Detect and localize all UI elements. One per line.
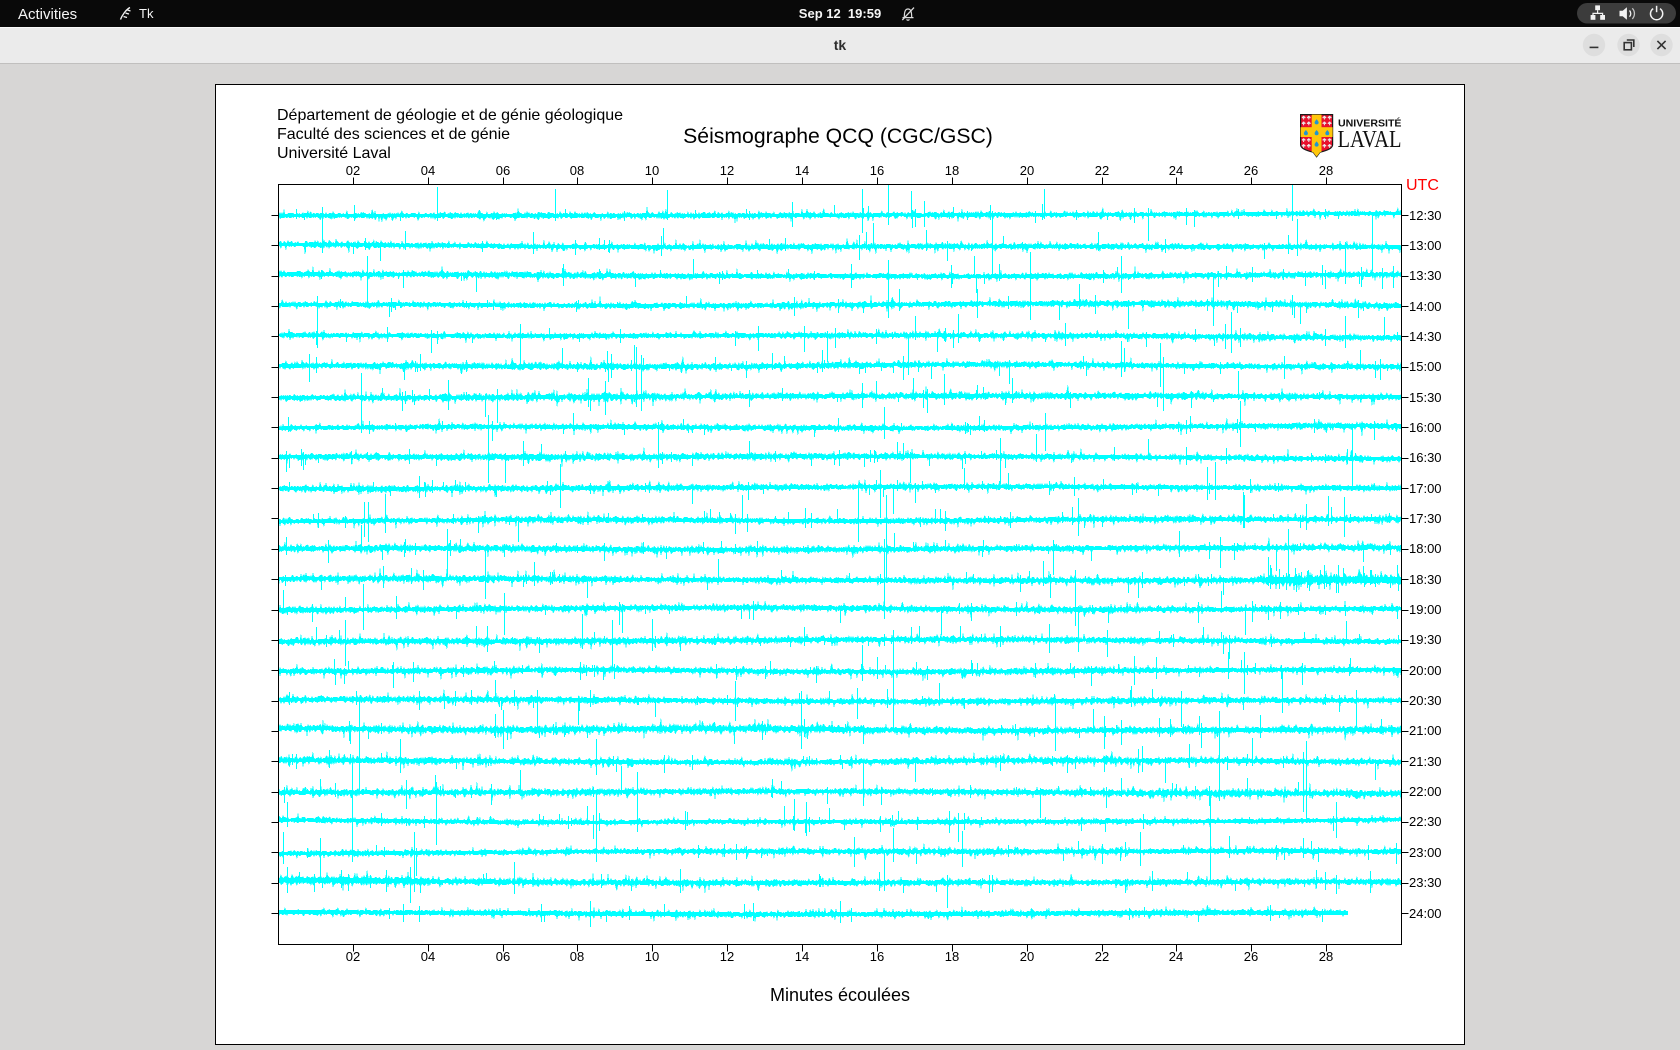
svg-text:22:00: 22:00 <box>1409 784 1442 799</box>
svg-text:19:00: 19:00 <box>1409 602 1442 617</box>
svg-text:13:00: 13:00 <box>1409 238 1442 253</box>
svg-text:20: 20 <box>1020 163 1034 178</box>
svg-text:16:00: 16:00 <box>1409 420 1442 435</box>
svg-text:10: 10 <box>645 163 659 178</box>
svg-text:04: 04 <box>421 949 435 964</box>
svg-text:22: 22 <box>1095 949 1109 964</box>
svg-text:18:00: 18:00 <box>1409 541 1442 556</box>
svg-text:24:00: 24:00 <box>1409 906 1442 921</box>
svg-text:19:30: 19:30 <box>1409 632 1442 647</box>
svg-text:12:30: 12:30 <box>1409 208 1442 223</box>
svg-text:10: 10 <box>645 949 659 964</box>
svg-text:16: 16 <box>870 949 884 964</box>
svg-text:Faculté des sciences et de gén: Faculté des sciences et de génie <box>277 126 510 143</box>
svg-text:LAVAL: LAVAL <box>1338 126 1402 153</box>
svg-text:23:00: 23:00 <box>1409 845 1442 860</box>
svg-text:17:30: 17:30 <box>1409 511 1442 526</box>
svg-text:Département de géologie et de: Département de géologie et de génie géol… <box>277 107 623 124</box>
svg-text:26: 26 <box>1244 949 1258 964</box>
svg-text:18: 18 <box>945 163 959 178</box>
svg-text:UTC: UTC <box>1406 177 1439 194</box>
svg-text:15:30: 15:30 <box>1409 390 1442 405</box>
svg-text:14: 14 <box>795 949 809 964</box>
svg-text:21:30: 21:30 <box>1409 754 1442 769</box>
svg-text:20:30: 20:30 <box>1409 693 1442 708</box>
svg-text:16:30: 16:30 <box>1409 450 1442 465</box>
svg-text:13:30: 13:30 <box>1409 268 1442 283</box>
svg-text:18: 18 <box>945 949 959 964</box>
svg-text:Tk: Tk <box>139 6 154 21</box>
svg-text:Sep 12 19:59: Sep 12 19:59 <box>799 6 881 21</box>
svg-text:06: 06 <box>496 949 510 964</box>
svg-text:Minutes écoulées: Minutes écoulées <box>770 985 910 1005</box>
svg-text:20:00: 20:00 <box>1409 663 1442 678</box>
svg-text:21:00: 21:00 <box>1409 723 1442 738</box>
svg-text:24: 24 <box>1169 163 1183 178</box>
svg-text:12: 12 <box>720 163 734 178</box>
svg-text:28: 28 <box>1319 163 1333 178</box>
svg-text:08: 08 <box>570 163 584 178</box>
svg-text:14:00: 14:00 <box>1409 299 1442 314</box>
svg-text:02: 02 <box>346 949 360 964</box>
svg-text:22:30: 22:30 <box>1409 814 1442 829</box>
svg-text:12: 12 <box>720 949 734 964</box>
svg-text:06: 06 <box>496 163 510 178</box>
svg-text:23:30: 23:30 <box>1409 875 1442 890</box>
svg-text:26: 26 <box>1244 163 1258 178</box>
svg-text:18:30: 18:30 <box>1409 572 1442 587</box>
svg-text:04: 04 <box>421 163 435 178</box>
svg-text:24: 24 <box>1169 949 1183 964</box>
svg-text:Université Laval: Université Laval <box>277 145 391 162</box>
svg-text:17:00: 17:00 <box>1409 481 1442 496</box>
svg-text:08: 08 <box>570 949 584 964</box>
svg-text:Séismographe QCQ (CGC/GSC): Séismographe QCQ (CGC/GSC) <box>683 125 993 148</box>
svg-text:14:30: 14:30 <box>1409 329 1442 344</box>
svg-text:28: 28 <box>1319 949 1333 964</box>
svg-text:tk: tk <box>834 37 847 53</box>
svg-text:16: 16 <box>870 163 884 178</box>
svg-text:20: 20 <box>1020 949 1034 964</box>
svg-text:02: 02 <box>346 163 360 178</box>
svg-text:Activities: Activities <box>18 6 77 23</box>
svg-text:15:00: 15:00 <box>1409 359 1442 374</box>
svg-text:22: 22 <box>1095 163 1109 178</box>
svg-text:14: 14 <box>795 163 809 178</box>
